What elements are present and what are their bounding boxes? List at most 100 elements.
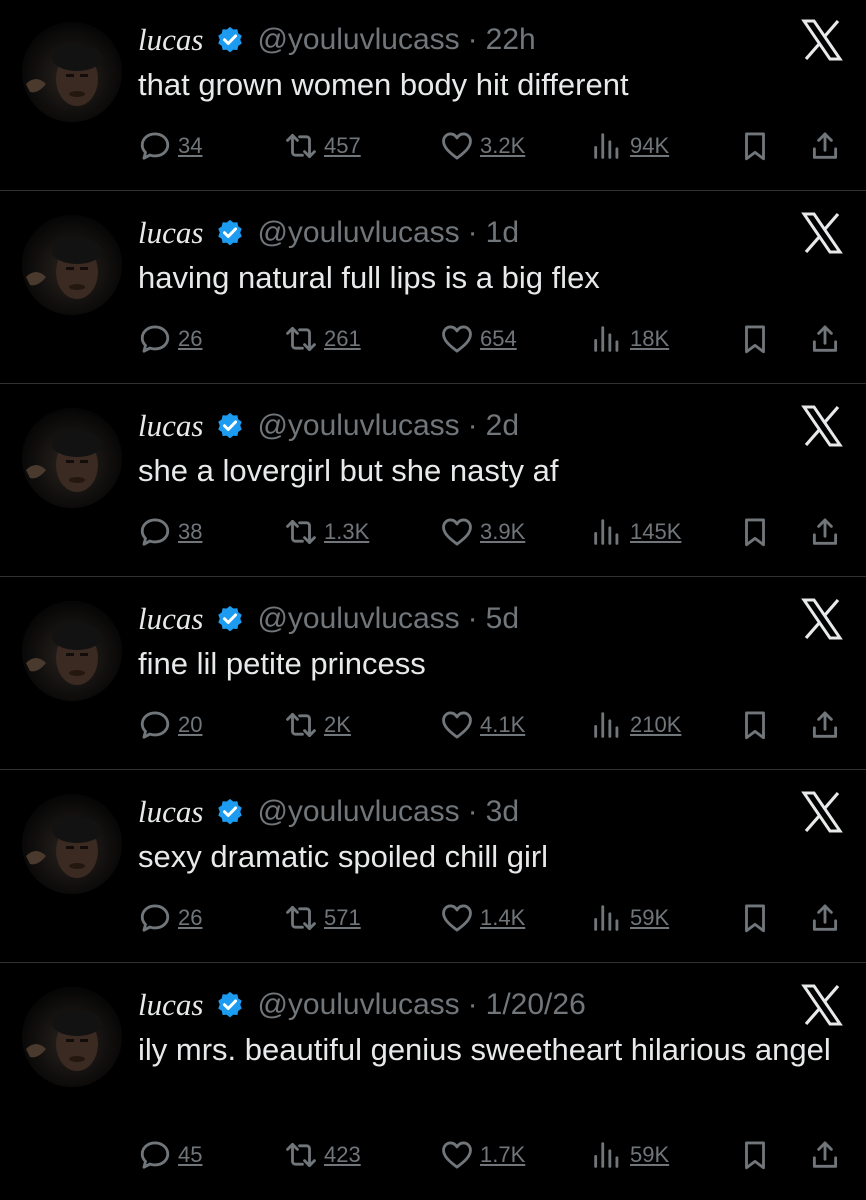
reply-button[interactable]: 20 bbox=[138, 705, 202, 745]
tweet-actions: 26 571 1.4K 59K bbox=[138, 898, 858, 938]
like-count: 1.7K bbox=[480, 1142, 526, 1167]
author-handle[interactable]: @youluvlucass bbox=[257, 216, 459, 250]
repost-icon bbox=[286, 519, 316, 545]
verified-badge-icon bbox=[218, 219, 243, 246]
view-count: 18K bbox=[630, 326, 670, 351]
timestamp[interactable]: 1/20/26 bbox=[486, 988, 586, 1022]
share-button[interactable] bbox=[808, 512, 842, 552]
timestamp[interactable]: 3d bbox=[486, 795, 519, 829]
reply-icon bbox=[140, 1141, 170, 1169]
views-button[interactable]: 18K bbox=[590, 319, 669, 359]
author-name[interactable]: lucas bbox=[138, 22, 203, 58]
like-count: 4.1K bbox=[480, 712, 526, 737]
timestamp[interactable]: 2d bbox=[486, 409, 519, 443]
like-button[interactable]: 3.9K bbox=[440, 512, 525, 552]
share-button[interactable] bbox=[808, 705, 842, 745]
reply-button[interactable]: 45 bbox=[138, 1135, 202, 1175]
author-handle[interactable]: @youluvlucass bbox=[257, 23, 459, 57]
repost-button[interactable]: 1.3K bbox=[284, 512, 369, 552]
views-button[interactable]: 210K bbox=[590, 705, 681, 745]
like-icon bbox=[442, 904, 472, 932]
author-handle[interactable]: @youluvlucass bbox=[257, 795, 459, 829]
share-button[interactable] bbox=[808, 1135, 842, 1175]
views-button[interactable]: 145K bbox=[590, 512, 681, 552]
reply-icon bbox=[140, 904, 170, 932]
tweet[interactable]: lucas @youluvlucass · 3d sexy dramatic s… bbox=[0, 772, 866, 962]
author-name[interactable]: lucas bbox=[138, 987, 203, 1023]
avatar[interactable] bbox=[22, 215, 122, 315]
reply-count: 38 bbox=[178, 519, 203, 544]
timestamp[interactable]: 1d bbox=[486, 216, 519, 250]
avatar[interactable] bbox=[22, 601, 122, 701]
bookmark-button[interactable] bbox=[738, 1135, 772, 1175]
repost-icon bbox=[286, 1142, 316, 1168]
author-name[interactable]: lucas bbox=[138, 601, 203, 637]
verified-badge-icon bbox=[218, 605, 243, 632]
like-button[interactable]: 3.2K bbox=[440, 126, 525, 166]
repost-count: 423 bbox=[324, 1142, 361, 1167]
tweet-header: lucas @youluvlucass · 1/20/26 bbox=[138, 985, 586, 1025]
like-icon bbox=[442, 518, 472, 546]
reply-button[interactable]: 38 bbox=[138, 512, 202, 552]
avatar[interactable] bbox=[22, 22, 122, 122]
tweet-header: lucas @youluvlucass · 5d bbox=[138, 599, 519, 639]
author-handle[interactable]: @youluvlucass bbox=[257, 409, 459, 443]
tweet[interactable]: lucas @youluvlucass · 5d fine lil petite… bbox=[0, 579, 866, 769]
share-icon bbox=[812, 518, 838, 545]
reply-button[interactable]: 34 bbox=[138, 126, 202, 166]
share-button[interactable] bbox=[808, 126, 842, 166]
reply-button[interactable]: 26 bbox=[138, 898, 202, 938]
avatar[interactable] bbox=[22, 794, 122, 894]
x-logo-icon bbox=[801, 598, 843, 640]
tweet-divider bbox=[0, 576, 866, 577]
avatar[interactable] bbox=[22, 408, 122, 508]
reply-button[interactable]: 26 bbox=[138, 319, 202, 359]
views-button[interactable]: 94K bbox=[590, 126, 669, 166]
views-button[interactable]: 59K bbox=[590, 1135, 669, 1175]
like-count: 654 bbox=[480, 326, 517, 351]
repost-button[interactable]: 261 bbox=[284, 319, 361, 359]
repost-count: 571 bbox=[324, 905, 361, 930]
repost-icon bbox=[286, 133, 316, 159]
repost-button[interactable]: 571 bbox=[284, 898, 361, 938]
tweet-header: lucas @youluvlucass · 22h bbox=[138, 20, 536, 60]
bookmark-button[interactable] bbox=[738, 126, 772, 166]
tweet[interactable]: lucas @youluvlucass · 1d having natural … bbox=[0, 193, 866, 383]
bookmark-button[interactable] bbox=[738, 512, 772, 552]
like-button[interactable]: 654 bbox=[440, 319, 517, 359]
author-handle[interactable]: @youluvlucass bbox=[257, 988, 459, 1022]
reply-icon bbox=[140, 325, 170, 353]
like-count: 3.2K bbox=[480, 133, 526, 158]
timestamp[interactable]: 5d bbox=[486, 602, 519, 636]
bookmark-button[interactable] bbox=[738, 705, 772, 745]
like-count: 3.9K bbox=[480, 519, 526, 544]
avatar[interactable] bbox=[22, 987, 122, 1087]
author-name[interactable]: lucas bbox=[138, 794, 203, 830]
bookmark-button[interactable] bbox=[738, 898, 772, 938]
author-name[interactable]: lucas bbox=[138, 215, 203, 251]
like-icon bbox=[442, 325, 472, 353]
timestamp[interactable]: 22h bbox=[486, 23, 536, 57]
separator-dot: · bbox=[467, 409, 478, 442]
tweet[interactable]: lucas @youluvlucass · 1/20/26 ily mrs. b… bbox=[0, 965, 866, 1200]
author-name[interactable]: lucas bbox=[138, 408, 203, 444]
tweet[interactable]: lucas @youluvlucass · 22h that grown wom… bbox=[0, 0, 866, 190]
like-button[interactable]: 1.4K bbox=[440, 898, 525, 938]
author-handle[interactable]: @youluvlucass bbox=[257, 602, 459, 636]
reply-icon bbox=[140, 132, 170, 160]
bookmark-icon bbox=[745, 904, 765, 933]
reply-count: 20 bbox=[178, 712, 203, 737]
share-button[interactable] bbox=[808, 319, 842, 359]
like-button[interactable]: 1.7K bbox=[440, 1135, 525, 1175]
tweet[interactable]: lucas @youluvlucass · 2d she a lovergirl… bbox=[0, 386, 866, 576]
bookmark-icon bbox=[745, 325, 765, 354]
repost-button[interactable]: 457 bbox=[284, 126, 361, 166]
like-button[interactable]: 4.1K bbox=[440, 705, 525, 745]
repost-count: 457 bbox=[324, 133, 361, 158]
repost-button[interactable]: 2K bbox=[284, 705, 351, 745]
views-button[interactable]: 59K bbox=[590, 898, 669, 938]
share-button[interactable] bbox=[808, 898, 842, 938]
bookmark-button[interactable] bbox=[738, 319, 772, 359]
repost-button[interactable]: 423 bbox=[284, 1135, 361, 1175]
view-count: 210K bbox=[630, 712, 682, 737]
